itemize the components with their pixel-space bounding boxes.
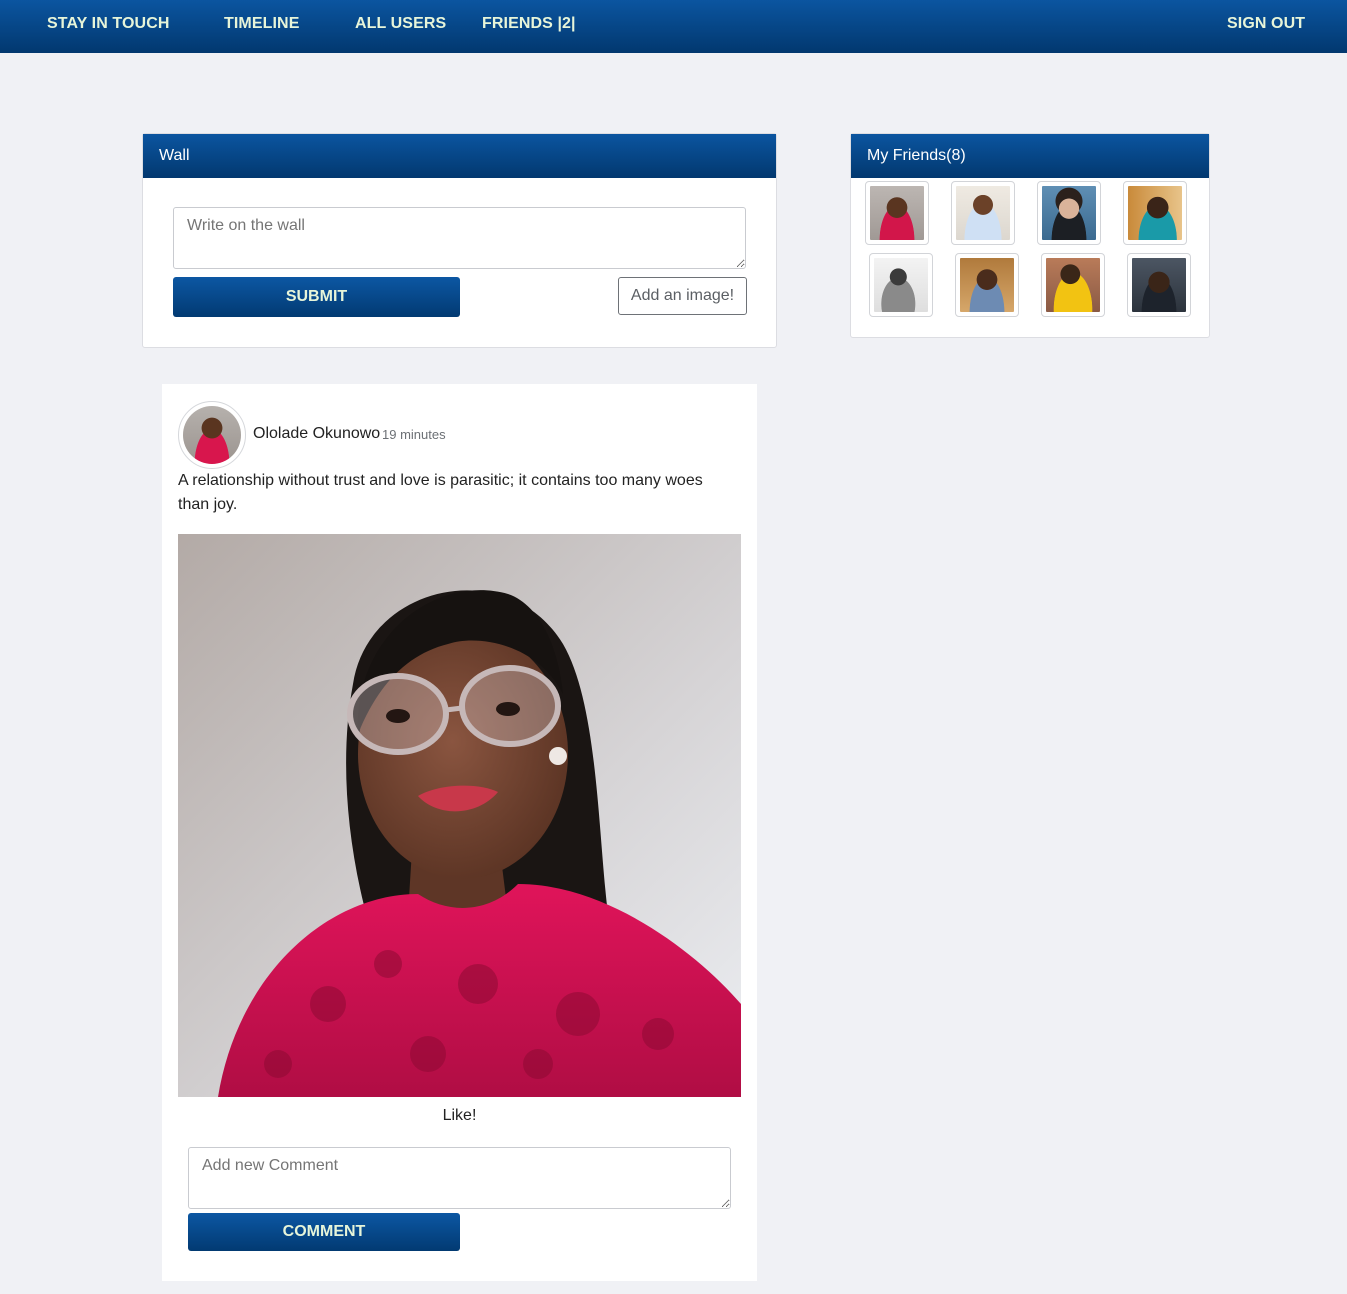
nav-sign-out-link[interactable]: SIGN OUT [1227, 15, 1305, 33]
friend-avatar[interactable] [1127, 253, 1191, 317]
friend-photo [1128, 186, 1182, 240]
friend-avatar[interactable] [865, 181, 929, 245]
top-navbar: STAY IN TOUCH TIMELINE ALL USERS FRIENDS… [0, 0, 1347, 53]
my-friends-title: My Friends(8) [851, 134, 1209, 178]
wall-post-input[interactable] [173, 207, 746, 269]
friend-avatar[interactable] [869, 253, 933, 317]
submit-button[interactable]: SUBMIT [173, 277, 460, 317]
comment-input[interactable] [188, 1147, 731, 1209]
post-photo [178, 534, 741, 1097]
post-card: Ololade Okunowo 19 minutes A relationshi… [162, 384, 757, 1281]
friend-photo [1046, 258, 1100, 312]
friend-photo [870, 186, 924, 240]
friend-photo [1042, 186, 1096, 240]
friend-photo [960, 258, 1014, 312]
post-timestamp: 19 minutes [382, 427, 446, 442]
wall-card-title: Wall [143, 134, 776, 178]
like-button[interactable]: Like! [162, 1107, 757, 1125]
my-friends-card: My Friends(8) [850, 133, 1210, 338]
nav-friends-link[interactable]: FRIENDS |2| [482, 15, 576, 33]
post-author-name[interactable]: Ololade Okunowo [253, 425, 380, 443]
friend-avatar[interactable] [1037, 181, 1101, 245]
wall-card: Wall SUBMIT Add an image! [142, 133, 777, 348]
friend-avatar[interactable] [1123, 181, 1187, 245]
friend-avatar[interactable] [951, 181, 1015, 245]
friend-photo [874, 258, 928, 312]
post-text: A relationship without trust and love is… [178, 472, 703, 513]
friend-avatar[interactable] [1041, 253, 1105, 317]
friend-photo [956, 186, 1010, 240]
comment-button[interactable]: COMMENT [188, 1213, 460, 1251]
author-avatar[interactable] [178, 401, 246, 469]
friend-photo [1132, 258, 1186, 312]
post-photo-illustration [178, 534, 741, 1097]
nav-brand-link[interactable]: STAY IN TOUCH [47, 15, 170, 33]
friend-avatar[interactable] [955, 253, 1019, 317]
author-photo [183, 406, 241, 464]
nav-timeline-link[interactable]: TIMELINE [224, 15, 299, 33]
add-image-button[interactable]: Add an image! [618, 277, 747, 315]
nav-all-users-link[interactable]: ALL USERS [355, 15, 446, 33]
